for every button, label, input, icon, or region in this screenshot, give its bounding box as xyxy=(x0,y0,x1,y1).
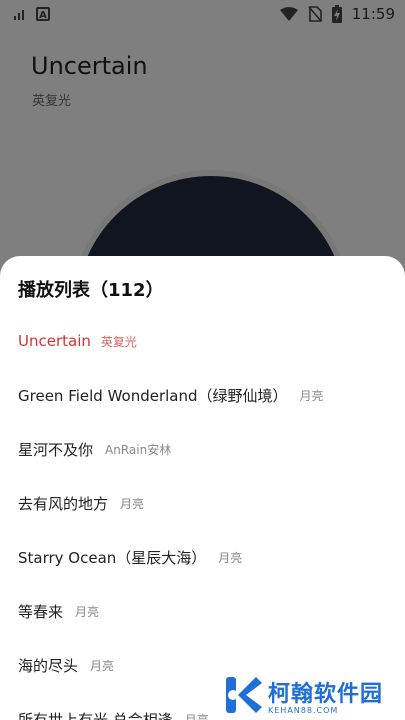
watermark-domain: KEHAN88.COM xyxy=(268,705,339,715)
playlist-item-active[interactable]: Uncertain 英复光 xyxy=(0,314,405,368)
song-name: Uncertain xyxy=(18,332,91,350)
song-artist: 英复光 xyxy=(100,334,137,349)
song-artist: AnRain安林 xyxy=(105,442,172,457)
song-name: 所有世上有光 总会相逢 xyxy=(18,710,173,720)
kehan-logo-icon xyxy=(226,677,262,713)
song-artist: 月亮 xyxy=(299,388,324,403)
playlist-item[interactable]: Green Field Wonderland（绿野仙境） 月亮 xyxy=(0,368,405,422)
song-artist: 月亮 xyxy=(75,604,100,619)
song-artist: 月亮 xyxy=(90,658,115,673)
song-artist: 月亮 xyxy=(218,550,243,565)
song-name: 等春来 xyxy=(18,602,64,621)
song-artist: 月亮 xyxy=(184,712,209,720)
watermark-name: 柯翰软件园 xyxy=(268,681,384,707)
playlist-item[interactable]: Starry Ocean（星辰大海） 月亮 xyxy=(0,530,405,584)
playlist: Uncertain 英复光 Green Field Wonderland（绿野仙… xyxy=(0,314,405,720)
song-artist: 月亮 xyxy=(120,496,145,511)
watermark: 柯翰软件园 KEHAN88.COM xyxy=(224,670,404,720)
playlist-title: 播放列表（112） xyxy=(18,280,164,301)
playlist-sheet: 播放列表（112） Uncertain 英复光 Green Field Wond… xyxy=(0,256,405,720)
playlist-item[interactable]: 星河不及你 AnRain安林 xyxy=(0,422,405,476)
song-name: 去有风的地方 xyxy=(18,494,109,513)
song-name: 星河不及你 xyxy=(18,440,94,459)
playlist-item[interactable]: 等春来 月亮 xyxy=(0,584,405,638)
playlist-item[interactable]: 去有风的地方 月亮 xyxy=(0,476,405,530)
song-name: Starry Ocean（星辰大海） xyxy=(18,548,207,567)
song-name: Green Field Wonderland（绿野仙境） xyxy=(18,386,288,405)
song-name: 海的尽头 xyxy=(18,656,79,675)
